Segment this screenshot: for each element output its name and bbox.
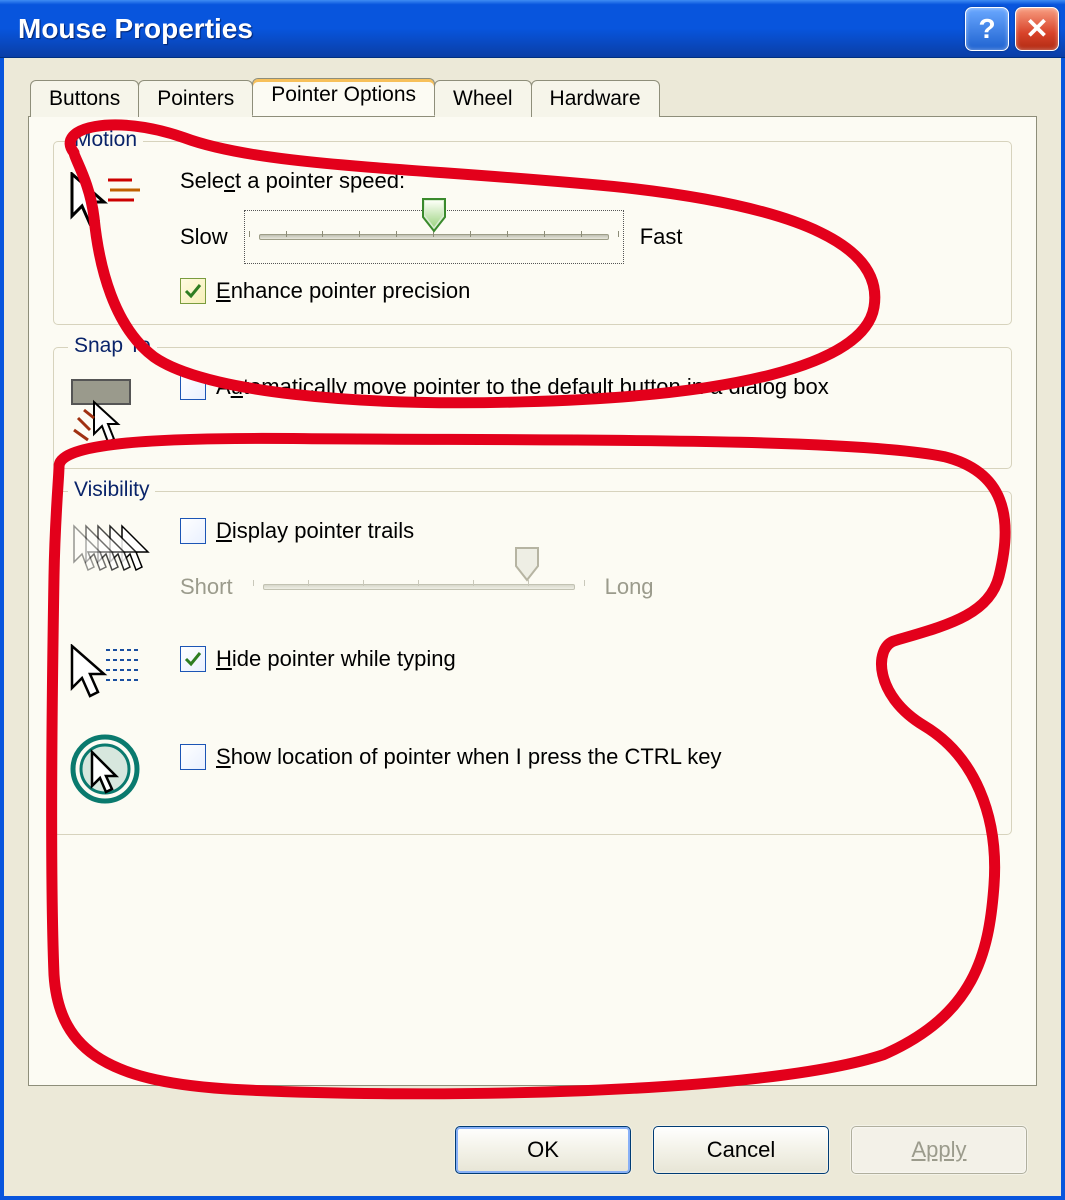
dialog-client-area: Buttons Pointers Pointer Options Wheel H… (0, 58, 1065, 1200)
cancel-button[interactable]: Cancel (653, 1126, 829, 1174)
trails-slider (249, 560, 589, 614)
titlebar: Mouse Properties ? ✕ (0, 0, 1065, 58)
show-location-icon (70, 730, 160, 804)
tab-pointer-options[interactable]: Pointer Options (252, 78, 435, 116)
trails-short-label: Short (180, 574, 233, 600)
enhance-precision-checkbox[interactable] (180, 278, 206, 304)
tab-buttons[interactable]: Buttons (30, 80, 139, 117)
motion-icon (70, 168, 160, 236)
tab-hardware[interactable]: Hardware (531, 80, 660, 117)
group-motion: Motion Select a pointer speed: Slow (53, 141, 1012, 325)
tab-strip: Buttons Pointers Pointer Options Wheel H… (30, 78, 1037, 116)
group-snap-to: Snap To Automatically move p (53, 347, 1012, 469)
group-visibility-title: Visibility (68, 478, 155, 502)
snapto-icon (70, 374, 160, 448)
apply-button[interactable]: Apply (851, 1126, 1027, 1174)
apply-button-label: Apply (911, 1137, 966, 1163)
pointer-speed-label: Select a pointer speed: (180, 168, 995, 194)
hide-typing-icon (70, 640, 160, 704)
trails-icon (70, 518, 160, 584)
snapto-label: Automatically move pointer to the defaul… (216, 374, 829, 400)
group-motion-title: Motion (68, 128, 143, 152)
hide-typing-checkbox[interactable] (180, 646, 206, 672)
ok-button[interactable]: OK (455, 1126, 631, 1174)
tab-pointers[interactable]: Pointers (138, 80, 253, 117)
close-button[interactable]: ✕ (1015, 7, 1059, 51)
dialog-button-bar: OK Cancel Apply (455, 1126, 1027, 1174)
trails-long-label: Long (605, 574, 654, 600)
show-location-label: Show location of pointer when I press th… (216, 744, 721, 770)
tab-panel-pointer-options: Motion Select a pointer speed: Slow (28, 116, 1037, 1086)
slow-label: Slow (180, 224, 228, 250)
pointer-speed-slider[interactable] (244, 210, 624, 264)
group-snap-title: Snap To (68, 334, 157, 358)
hide-typing-label: Hide pointer while typing (216, 646, 456, 672)
close-icon: ✕ (1025, 15, 1048, 43)
group-visibility: Visibility (53, 491, 1012, 835)
trails-checkbox[interactable] (180, 518, 206, 544)
show-location-checkbox[interactable] (180, 744, 206, 770)
help-button[interactable]: ? (965, 7, 1009, 51)
tab-wheel[interactable]: Wheel (434, 80, 532, 117)
window-title: Mouse Properties (18, 13, 959, 45)
question-icon: ? (978, 15, 995, 43)
fast-label: Fast (640, 224, 683, 250)
trails-label: Display pointer trails (216, 518, 414, 544)
enhance-precision-label: Enhance pointer precision (216, 278, 470, 304)
snapto-checkbox[interactable] (180, 374, 206, 400)
